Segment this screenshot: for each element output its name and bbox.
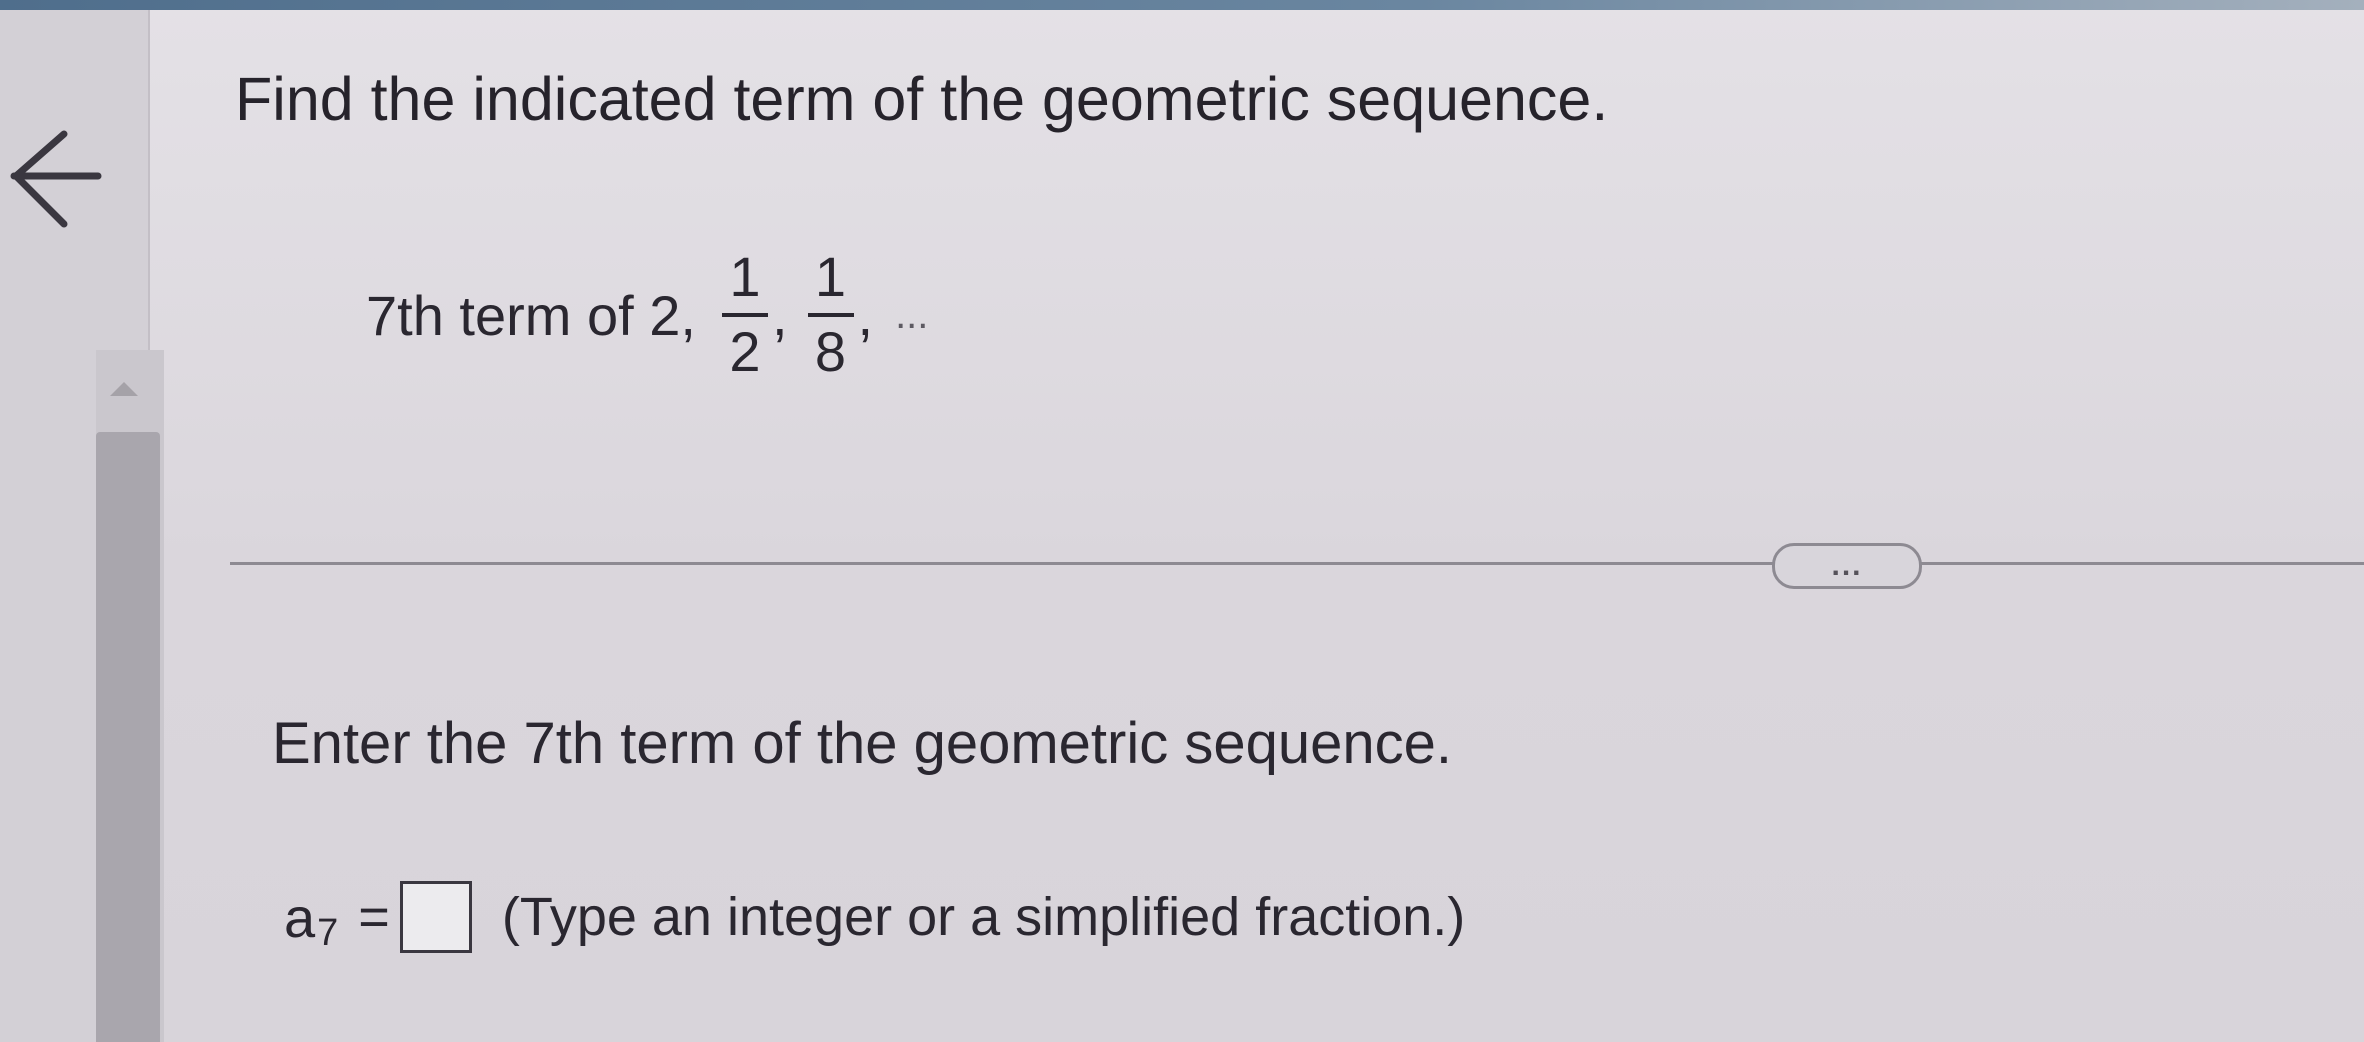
answer-variable: a	[284, 885, 316, 949]
fraction-denominator: 2	[729, 320, 761, 383]
term-separator: ,	[771, 283, 788, 347]
back-button[interactable]	[6, 120, 102, 238]
fraction-denominator: 8	[814, 320, 847, 383]
term-separator: ,	[857, 283, 874, 347]
answer-hint: (Type an integer or a simplified fractio…	[501, 887, 1466, 947]
screen: Find the indicated term of the geometric…	[0, 0, 2364, 1042]
answer-subscript: 7	[317, 911, 339, 954]
equals-sign: =	[358, 887, 390, 947]
scroll-up-arrow-icon[interactable]	[110, 382, 138, 396]
left-arrow-icon	[10, 130, 102, 228]
question-title: Find the indicated term of the geometric…	[235, 65, 1609, 133]
answer-prompt: Enter the 7th term of the geometric sequ…	[272, 711, 1452, 776]
section-divider	[230, 562, 2364, 565]
window-top-edge	[0, 0, 2364, 10]
problem-prefix: 7th term of 2,	[366, 283, 696, 347]
question-panel: Find the indicated term of the geometric…	[150, 10, 2364, 1042]
fraction-numerator: 1	[814, 245, 847, 309]
answer-input[interactable]	[399, 881, 472, 953]
sequence-ellipsis: ...	[895, 292, 929, 337]
problem-statement: 7th term of 2, 1 2 , 1 8 , ...	[366, 230, 928, 400]
answer-row: a 7 = (Type an integer or a simplified f…	[284, 872, 1465, 962]
more-options-button[interactable]: ...	[1772, 543, 1922, 589]
fraction-numerator: 1	[729, 245, 761, 309]
term-fraction: 1 2	[721, 245, 768, 383]
term-fraction: 1 8	[807, 245, 854, 383]
